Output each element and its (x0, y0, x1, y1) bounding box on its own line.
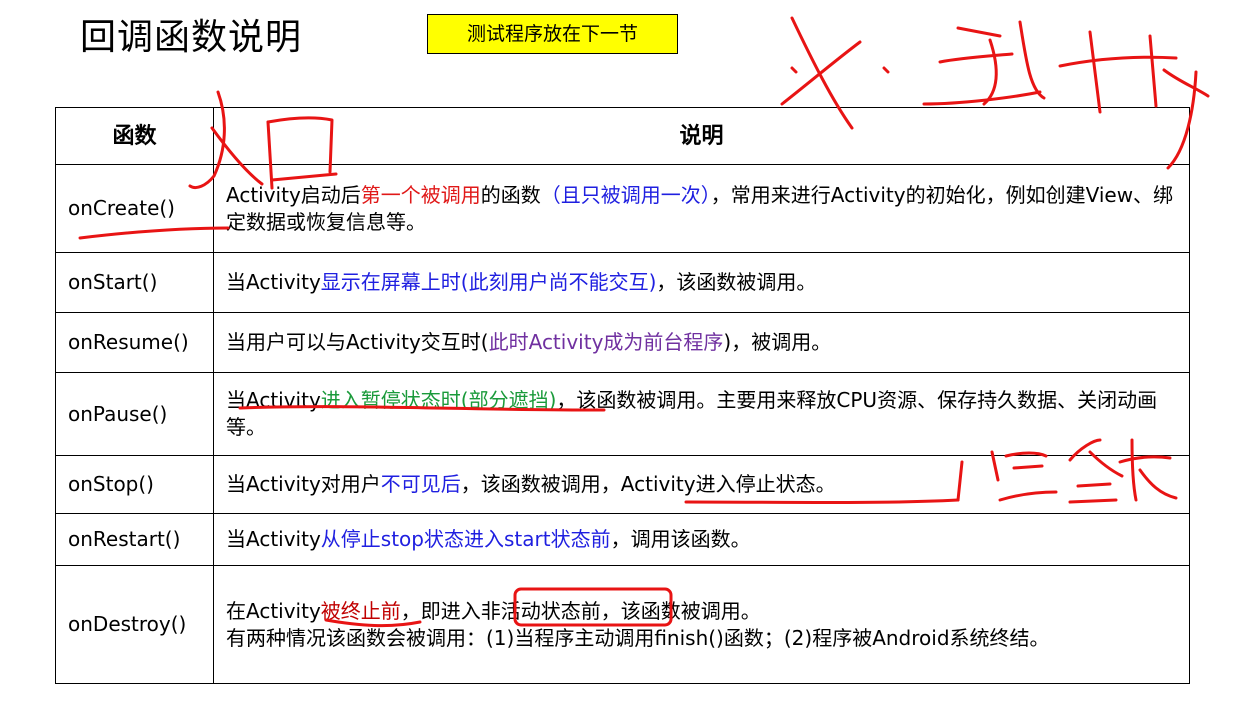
function-name: onCreate() (55, 164, 214, 253)
table-row: onPause() 当Activity进入暂停状态时(部分遮挡)，该函数被调用。… (55, 372, 1190, 456)
table-row: onRestart() 当Activity从停止stop状态进入start状态前… (55, 513, 1190, 566)
function-name: onRestart() (55, 513, 214, 566)
function-description: 在Activity被终止前，即进入非活动状态前，该函数被调用。 有两种情况该函数… (213, 565, 1190, 684)
function-description: Activity启动后第一个被调用的函数（且只被调用一次），常用来进行Activ… (213, 164, 1190, 253)
function-name: onStop() (55, 455, 214, 514)
table-header-row: 函数 说明 (55, 107, 1190, 165)
table-row: onCreate() Activity启动后第一个被调用的函数（且只被调用一次）… (55, 164, 1190, 253)
table-row: onResume() 当用户可以与Activity交互时(此时Activity成… (55, 312, 1190, 373)
table-row: onStart() 当Activity显示在屏幕上时(此刻用户尚不能交互)，该函… (55, 252, 1190, 313)
function-description: 当Activity对用户不可见后，该函数被调用，Activity进入停止状态。 (213, 455, 1190, 514)
table-row: onDestroy() 在Activity被终止前，即进入非活动状态前，该函数被… (55, 565, 1190, 684)
header-function: 函数 (55, 107, 214, 165)
header-description: 说明 (213, 107, 1190, 165)
function-description: 当Activity从停止stop状态进入start状态前，调用该函数。 (213, 513, 1190, 566)
lifecycle-table: 函数 说明 onCreate() Activity启动后第一个被调用的函数（且只… (55, 107, 1190, 684)
function-name: onPause() (55, 372, 214, 456)
function-description: 当Activity显示在屏幕上时(此刻用户尚不能交互)，该函数被调用。 (213, 252, 1190, 313)
function-description: 当用户可以与Activity交互时(此时Activity成为前台程序)，被调用。 (213, 312, 1190, 373)
function-description: 当Activity进入暂停状态时(部分遮挡)，该函数被调用。主要用来释放CPU资… (213, 372, 1190, 456)
function-name: onStart() (55, 252, 214, 313)
table-row: onStop() 当Activity对用户不可见后，该函数被调用，Activit… (55, 455, 1190, 514)
function-name: onResume() (55, 312, 214, 373)
page-title: 回调函数说明 (80, 17, 303, 58)
note-box: 测试程序放在下一节 (427, 14, 678, 54)
function-name: onDestroy() (55, 565, 214, 684)
